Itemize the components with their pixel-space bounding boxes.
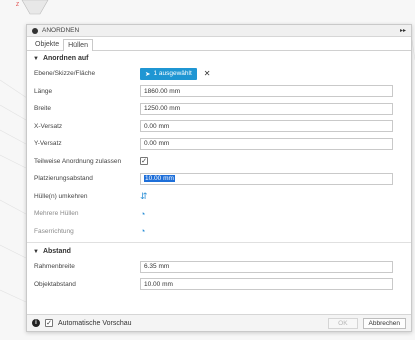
breite-input[interactable]: 1250.00 mm bbox=[140, 102, 393, 115]
viewcube-icon[interactable]: Z bbox=[0, 0, 70, 22]
row-x-versatz: X-Versatz 0.00 mm bbox=[27, 118, 411, 136]
row-faserrichtung: Faserrichtung ◔ bbox=[27, 223, 411, 241]
row-teilweise: Teilweise Anordnung zulassen ✓ bbox=[27, 153, 411, 171]
flip-arrows-icon[interactable]: ⇵ bbox=[140, 191, 148, 202]
row-ebene: Ebene/Skizze/Fläche ➤ 1 ausgewählt ✕ bbox=[27, 65, 411, 83]
section-divider bbox=[27, 242, 411, 243]
x-versatz-input[interactable]: 0.00 mm bbox=[140, 120, 393, 133]
teilweise-checkbox[interactable]: ✓ bbox=[140, 157, 148, 166]
row-laenge: Länge 1860.00 mm bbox=[27, 83, 411, 101]
row-objektabstand: Objektabstand 10.00 mm bbox=[27, 276, 411, 294]
y-versatz-label: Y-Versatz bbox=[34, 140, 62, 148]
dialog-footer: i ✓ Automatische Vorschau OK Abbrechen bbox=[27, 314, 411, 331]
x-versatz-label: X-Versatz bbox=[34, 122, 63, 130]
circle-icon bbox=[32, 27, 38, 34]
row-huellen-umkehren: Hülle(n) umkehren ⇵ bbox=[27, 188, 411, 206]
faserrichtung-label: Faserrichtung bbox=[34, 227, 74, 235]
selection-button-label: 1 ausgewählt bbox=[153, 70, 192, 78]
section-distance-header[interactable]: ▼ Abstand bbox=[27, 245, 411, 258]
objektabstand-label: Objektabstand bbox=[34, 280, 76, 288]
section-arrange-header[interactable]: ▼ Anordnen auf bbox=[27, 52, 411, 65]
dialog-titlebar[interactable]: ANORDNEN ▸▸ bbox=[27, 25, 411, 37]
breite-label: Breite bbox=[34, 105, 51, 113]
platzierung-input[interactable]: 10.00 mm bbox=[140, 172, 393, 185]
huellen-umkehren-label: Hülle(n) umkehren bbox=[34, 192, 88, 200]
grain-direction-icon[interactable]: ◔ bbox=[140, 226, 145, 236]
y-versatz-input[interactable]: 0.00 mm bbox=[140, 137, 393, 150]
triangle-down-icon: ▼ bbox=[33, 248, 39, 255]
cursor-arrow-icon: ➤ bbox=[145, 70, 151, 78]
ebene-label: Ebene/Skizze/Fläche bbox=[34, 70, 96, 78]
close-icon[interactable]: ✕ bbox=[204, 69, 211, 78]
section-arrange-title: Anordnen auf bbox=[42, 55, 89, 62]
row-y-versatz: Y-Versatz 0.00 mm bbox=[27, 135, 411, 153]
svg-text:Z: Z bbox=[16, 2, 19, 8]
teilweise-label: Teilweise Anordnung zulassen bbox=[34, 157, 122, 165]
triangle-down-icon: ▼ bbox=[33, 55, 39, 62]
rahmenbreite-label: Rahmenbreite bbox=[34, 263, 75, 271]
tab-objekte[interactable]: Objekte bbox=[31, 39, 63, 50]
platzierung-value: 10.00 mm bbox=[144, 175, 175, 183]
hull-icon[interactable]: ◔ bbox=[140, 209, 145, 219]
dialog-content: ▼ Anordnen auf Ebene/Skizze/Fläche ➤ 1 a… bbox=[27, 52, 411, 315]
tab-huellen[interactable]: Hüllen bbox=[63, 39, 93, 51]
objektabstand-input[interactable]: 10.00 mm bbox=[140, 278, 393, 291]
preview-checkbox[interactable]: ✓ bbox=[45, 319, 53, 327]
rahmenbreite-input[interactable]: 6.35 mm bbox=[140, 260, 393, 273]
dialog-title: ANORDNEN bbox=[42, 27, 80, 34]
ok-button[interactable]: OK bbox=[328, 317, 358, 329]
row-breite: Breite 1250.00 mm bbox=[27, 100, 411, 118]
selection-button[interactable]: ➤ 1 ausgewählt bbox=[140, 67, 197, 80]
tab-bar: Objekte Hüllen bbox=[27, 37, 411, 51]
mehrere-huellen-label: Mehrere Hüllen bbox=[34, 210, 79, 218]
preview-label: Automatische Vorschau bbox=[58, 319, 132, 327]
section-distance-title: Abstand bbox=[42, 248, 71, 255]
platzierung-label: Platzierungsabstand bbox=[34, 175, 93, 183]
row-rahmenbreite: Rahmenbreite 6.35 mm bbox=[27, 258, 411, 276]
arrange-dialog: ANORDNEN ▸▸ Objekte Hüllen ▼ Anordnen au… bbox=[26, 24, 412, 332]
cancel-button[interactable]: Abbrechen bbox=[362, 317, 406, 329]
info-icon[interactable]: i bbox=[32, 319, 40, 327]
row-platzierung: Platzierungsabstand 10.00 mm bbox=[27, 170, 411, 188]
laenge-input[interactable]: 1860.00 mm bbox=[140, 85, 393, 98]
double-arrow-icon[interactable]: ▸▸ bbox=[400, 27, 406, 34]
row-mehrere-huellen: Mehrere Hüllen ◔ bbox=[27, 205, 411, 223]
laenge-label: Länge bbox=[34, 87, 53, 95]
